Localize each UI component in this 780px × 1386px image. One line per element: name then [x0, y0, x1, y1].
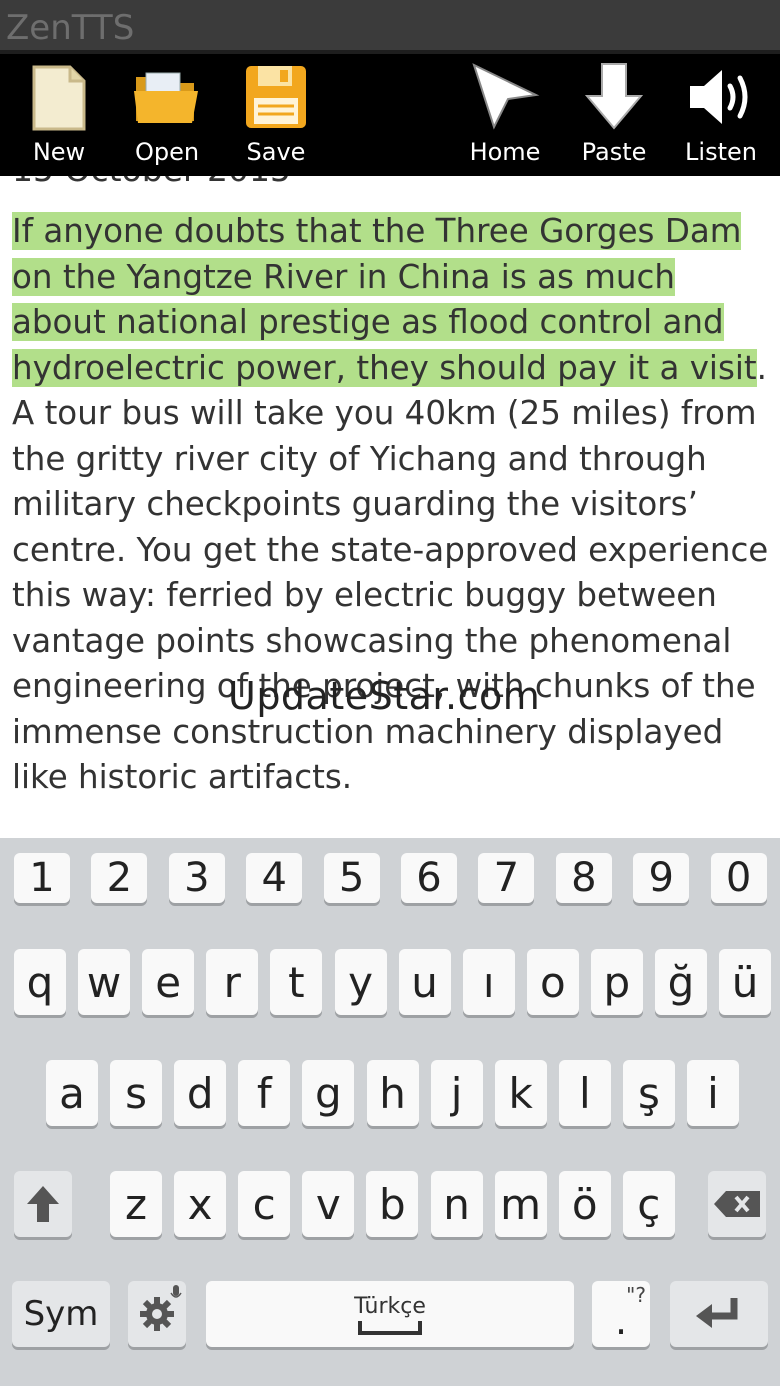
letter-key[interactable]: ü: [719, 949, 772, 1015]
shift-arrow-icon: [27, 1186, 59, 1222]
letter-key[interactable]: ç: [622, 1171, 675, 1237]
number-key[interactable]: 5: [323, 853, 380, 903]
letter-key[interactable]: w: [78, 949, 131, 1015]
cursor-arrow-icon: [472, 63, 540, 130]
letter-key[interactable]: b: [366, 1171, 419, 1237]
space-key[interactable]: Türkçe: [206, 1281, 574, 1347]
sym-key[interactable]: Sym: [12, 1281, 110, 1347]
paste-button-label: Paste: [581, 138, 647, 166]
folder-icon: [134, 72, 198, 123]
listen-button[interactable]: Listen: [684, 54, 758, 176]
new-document-icon: [32, 65, 86, 131]
space-bar-icon: [358, 1320, 422, 1335]
number-key[interactable]: 2: [91, 853, 148, 903]
letter-key[interactable]: k: [494, 1060, 547, 1126]
letter-key[interactable]: y: [334, 949, 387, 1015]
letter-key[interactable]: t: [270, 949, 323, 1015]
letter-key[interactable]: u: [398, 949, 451, 1015]
letter-key[interactable]: o: [526, 949, 579, 1015]
letter-key[interactable]: g: [302, 1060, 355, 1126]
shift-key[interactable]: [14, 1171, 72, 1237]
letter-key[interactable]: c: [238, 1171, 291, 1237]
document-text-area[interactable]: 15 October 2015 If anyone doubts that th…: [0, 176, 780, 838]
number-key[interactable]: 4: [246, 853, 303, 903]
space-language-label: Türkçe: [354, 1293, 426, 1319]
number-key[interactable]: 9: [633, 853, 690, 903]
listen-button-label: Listen: [685, 138, 757, 166]
letter-key[interactable]: ş: [622, 1060, 675, 1126]
number-key[interactable]: 3: [168, 853, 225, 903]
app-title-bar: ZenTTS: [0, 0, 780, 54]
letter-key[interactable]: v: [302, 1171, 355, 1237]
home-button[interactable]: Home: [466, 54, 544, 176]
home-button-label: Home: [469, 138, 541, 166]
remaining-text: . A tour bus will take you 40km (25 mile…: [12, 348, 769, 797]
letter-key[interactable]: a: [46, 1060, 98, 1126]
open-button-label: Open: [134, 138, 200, 166]
microphone-icon: [170, 1285, 182, 1298]
app-title: ZenTTS: [6, 8, 135, 48]
period-hint: "?: [626, 1283, 646, 1307]
letter-key[interactable]: ı: [462, 949, 515, 1015]
letter-key[interactable]: p: [590, 949, 643, 1015]
letter-key[interactable]: d: [174, 1060, 227, 1126]
letter-key[interactable]: ö: [558, 1171, 611, 1237]
letter-key[interactable]: q: [14, 949, 66, 1015]
toolbar: New Open Save Home Paste Listen: [0, 54, 780, 176]
period-key[interactable]: "? .: [592, 1281, 650, 1347]
number-key[interactable]: 8: [555, 853, 612, 903]
letter-key[interactable]: z: [110, 1171, 162, 1237]
save-disk-icon: [246, 66, 306, 128]
watermark-text: UpdateStar.com: [228, 674, 541, 718]
save-button-label: Save: [246, 138, 306, 166]
arrow-down-icon: [585, 63, 643, 130]
letter-key[interactable]: m: [494, 1171, 547, 1237]
settings-key[interactable]: [128, 1281, 186, 1347]
previous-line-text: 15 October 2015: [12, 176, 291, 189]
enter-key[interactable]: [670, 1281, 768, 1347]
number-key[interactable]: 6: [401, 853, 457, 903]
new-button[interactable]: New: [22, 54, 96, 176]
number-key[interactable]: 7: [478, 853, 535, 903]
letter-key[interactable]: h: [366, 1060, 419, 1126]
letter-key[interactable]: s: [110, 1060, 163, 1126]
letter-key[interactable]: n: [430, 1171, 483, 1237]
paste-button[interactable]: Paste: [578, 54, 650, 176]
save-button[interactable]: Save: [240, 54, 312, 176]
letter-key[interactable]: j: [430, 1060, 483, 1126]
letter-key[interactable]: i: [687, 1060, 739, 1126]
number-key[interactable]: 0: [710, 853, 767, 903]
letter-key[interactable]: ğ: [655, 949, 707, 1015]
backspace-icon: [714, 1191, 760, 1217]
spoken-highlight-text: If anyone doubts that the Three Gorges D…: [12, 212, 757, 387]
open-button[interactable]: Open: [130, 54, 204, 176]
new-button-label: New: [32, 138, 86, 166]
enter-arrow-icon: [696, 1298, 738, 1328]
letter-key[interactable]: r: [206, 949, 259, 1015]
letter-key[interactable]: f: [238, 1060, 291, 1126]
letter-key[interactable]: l: [558, 1060, 611, 1126]
number-key[interactable]: 1: [14, 853, 70, 903]
letter-key[interactable]: e: [142, 949, 195, 1015]
on-screen-keyboard: 1234567890 qwertyuıopğü asdfghjklşi zxcv…: [0, 838, 780, 1386]
letter-key[interactable]: x: [174, 1171, 227, 1237]
speaker-icon: [690, 70, 748, 124]
backspace-key[interactable]: [708, 1171, 766, 1237]
